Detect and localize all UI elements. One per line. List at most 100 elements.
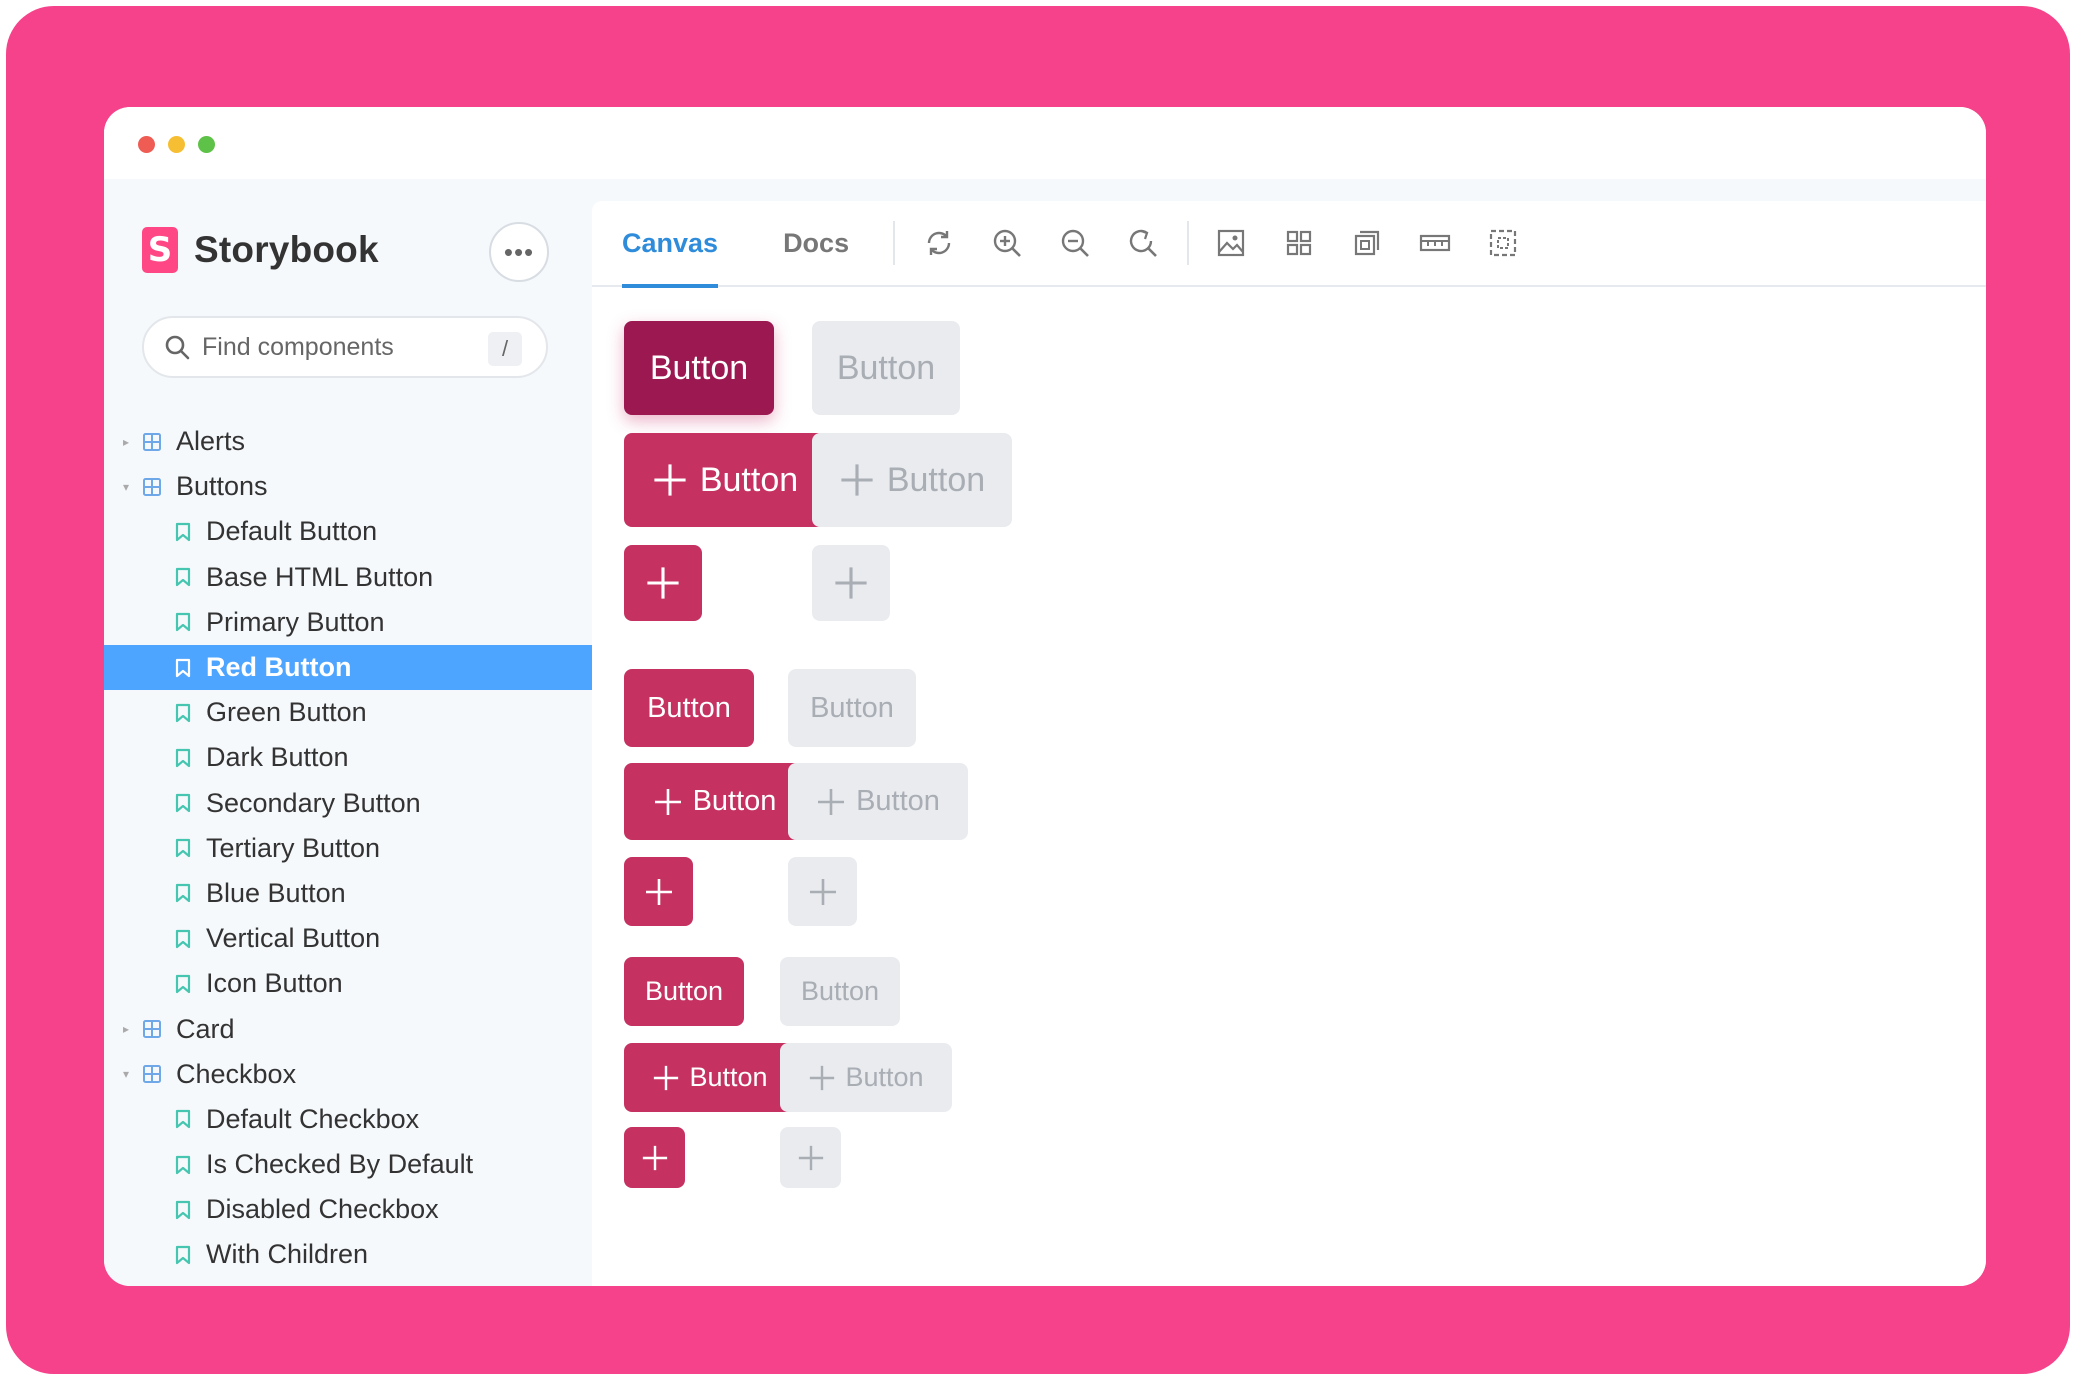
tree-item-label: Red Button	[206, 652, 352, 683]
tree-group-checkbox[interactable]: ▾ Checkbox	[104, 1052, 592, 1097]
search-shortcut-key: /	[488, 332, 522, 366]
toolbar-divider	[1187, 221, 1190, 265]
bookmark-icon	[175, 793, 191, 813]
medium-icon-button[interactable]	[624, 857, 693, 926]
tree-story-tertiary-button[interactable]: Tertiary Button	[104, 826, 592, 871]
brand-title: Storybook	[194, 229, 379, 270]
bookmark-icon	[175, 522, 191, 542]
button-label: Button	[856, 785, 940, 817]
measure-icon[interactable]	[1417, 225, 1453, 261]
more-menu-button[interactable]: •••	[489, 222, 549, 282]
medium-disabled-button[interactable]: Button	[788, 669, 916, 747]
bookmark-icon	[175, 658, 191, 677]
maximize-window-button[interactable]	[198, 136, 215, 153]
tree-story-green-button[interactable]: Green Button	[104, 690, 592, 735]
large-disabled-icon-button[interactable]	[812, 545, 890, 621]
tree-story-default-checkbox[interactable]: Default Checkbox	[104, 1097, 592, 1142]
tree-story-vertical-button[interactable]: Vertical Button	[104, 916, 592, 961]
search-input[interactable]	[202, 332, 472, 362]
bookmark-icon	[175, 1245, 191, 1265]
button-label: Button	[689, 1062, 768, 1092]
plus-icon	[841, 464, 873, 496]
refresh-icon[interactable]	[921, 225, 957, 261]
small-disabled-icon-button[interactable]	[780, 1127, 841, 1188]
tree-item-label: Base HTML Button	[206, 561, 434, 592]
tree-item-label: Is Checked By Default	[206, 1149, 474, 1180]
titlebar	[104, 107, 1986, 179]
large-icon-button[interactable]	[624, 545, 702, 621]
tree-item-label: Dark Button	[206, 742, 349, 773]
medium-icon-text-button[interactable]: Button	[624, 763, 805, 840]
tree-item-label: Icon Button	[206, 968, 343, 999]
bookmark-icon	[175, 974, 191, 993]
caret-down-icon[interactable]: ▾	[118, 480, 134, 494]
tree-item-label: Green Button	[206, 697, 367, 728]
tree-story-is-checked-by-default[interactable]: Is Checked By Default	[104, 1142, 592, 1187]
bookmark-icon	[175, 703, 191, 722]
zoom-out-icon[interactable]	[1057, 225, 1093, 261]
tree-group-alerts[interactable]: ▸ Alerts	[104, 419, 592, 464]
small-disabled-icon-text-button[interactable]: Button	[780, 1043, 952, 1112]
tree-item-label: Tertiary Button	[206, 832, 381, 863]
plus-icon	[835, 567, 867, 599]
tree-item-label: Default Checkbox	[206, 1103, 420, 1134]
tree-group-buttons[interactable]: ▾ Buttons	[104, 464, 592, 509]
large-disabled-icon-text-button[interactable]: Button	[812, 433, 1012, 527]
outline-icon[interactable]	[1349, 225, 1385, 261]
tree-story-icon-button[interactable]: Icon Button	[104, 961, 592, 1006]
close-window-button[interactable]	[138, 136, 155, 153]
small-button[interactable]: Button	[624, 957, 744, 1026]
caret-down-icon[interactable]: ▾	[118, 1067, 134, 1081]
tab-docs[interactable]: Docs	[783, 200, 849, 286]
caret-right-icon[interactable]: ▸	[118, 435, 134, 449]
plus-icon	[654, 464, 686, 496]
component-icon	[143, 432, 161, 451]
small-icon-text-button[interactable]: Button	[624, 1043, 796, 1112]
small-disabled-button[interactable]: Button	[780, 957, 900, 1026]
small-icon-button[interactable]	[624, 1127, 685, 1188]
large-disabled-button[interactable]: Button	[812, 321, 960, 415]
component-icon	[143, 1020, 161, 1039]
bookmark-icon	[175, 613, 191, 632]
viewport-icon[interactable]	[1485, 225, 1521, 261]
bookmark-icon	[175, 1155, 191, 1174]
plus-icon	[810, 1065, 835, 1090]
tree-item-label: Disabled Checkbox	[206, 1194, 439, 1225]
button-label: Button	[647, 691, 731, 724]
tree-item-label: Primary Button	[206, 606, 385, 637]
bookmark-icon	[175, 1110, 191, 1129]
tree-story-blue-button[interactable]: Blue Button	[104, 871, 592, 916]
bookmark-icon	[175, 748, 191, 768]
medium-disabled-icon-button[interactable]	[788, 857, 857, 926]
tree-item-label: Secondary Button	[206, 787, 421, 818]
medium-disabled-icon-text-button[interactable]: Button	[788, 763, 968, 840]
tree-group-card[interactable]: ▸ Card	[104, 1006, 592, 1051]
bookmark-icon	[175, 929, 191, 948]
bookmark-icon	[175, 568, 191, 587]
background-icon[interactable]	[1213, 225, 1249, 261]
tree-story-red-button[interactable]: Red Button	[104, 644, 592, 691]
zoom-in-icon[interactable]	[989, 225, 1025, 261]
button-label: Button	[699, 460, 799, 499]
tree-story-secondary-button[interactable]: Secondary Button	[104, 781, 592, 826]
caret-right-icon[interactable]: ▸	[118, 1022, 134, 1036]
large-button[interactable]: Button	[624, 321, 774, 415]
tree-item-label: Default Button	[206, 516, 378, 547]
button-label: Button	[836, 348, 936, 387]
grid-icon[interactable]	[1281, 225, 1317, 261]
brand[interactable]: S Storybook	[142, 227, 379, 273]
tree-story-dark-button[interactable]: Dark Button	[104, 735, 592, 780]
zoom-reset-icon[interactable]	[1125, 225, 1161, 261]
tree-story-default-button[interactable]: Default Button	[104, 509, 592, 554]
tree-story-primary-button[interactable]: Primary Button	[104, 600, 592, 645]
medium-button[interactable]: Button	[624, 669, 754, 747]
tree-story-base-html-button[interactable]: Base HTML Button	[104, 555, 592, 600]
sidebar: S Storybook ••• / ▸ Alerts ▾ Buttons Default…	[104, 179, 592, 1286]
tree-story-disabled-checkbox[interactable]: Disabled Checkbox	[104, 1187, 592, 1232]
tree-item-label: Blue Button	[206, 877, 346, 908]
minimize-window-button[interactable]	[168, 136, 185, 153]
tab-canvas[interactable]: Canvas	[622, 200, 719, 288]
tree-story-with-children[interactable]: With Children	[104, 1232, 592, 1277]
large-icon-text-button[interactable]: Button	[624, 433, 826, 527]
button-label: Button	[845, 1062, 924, 1092]
